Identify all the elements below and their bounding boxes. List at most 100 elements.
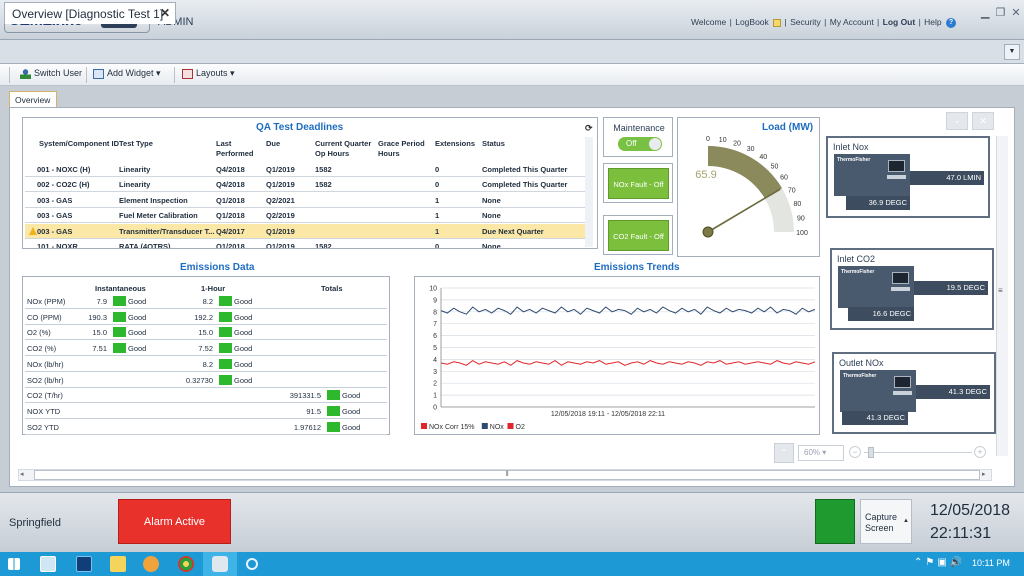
good-status-indicator bbox=[327, 390, 340, 401]
row-label: NOX YTD bbox=[27, 406, 61, 416]
table-cell-ext: 1 bbox=[435, 226, 440, 236]
emissions-row: NOX YTD 91.5 Good bbox=[25, 404, 387, 419]
column-header: Test Type bbox=[119, 139, 153, 148]
zoom-in-icon[interactable]: + bbox=[974, 446, 986, 458]
gauge-tick-label: 20 bbox=[733, 141, 741, 148]
scroll-grip-icon[interactable]: ≡ bbox=[998, 286, 1003, 295]
good-status-indicator bbox=[219, 374, 232, 385]
close-panel-icon[interactable]: ✕ bbox=[972, 112, 994, 130]
table-cell-last: Q4/2017 bbox=[216, 226, 245, 236]
add-widget-button[interactable]: Add Widget ▾ bbox=[93, 68, 161, 79]
scroll-to-top-icon[interactable]: ⌃ bbox=[774, 443, 794, 463]
row-label: CO (PPM) bbox=[27, 312, 62, 322]
layouts-button[interactable]: Layouts ▾ bbox=[182, 68, 235, 79]
analyzer-label: Outlet NOx bbox=[839, 358, 884, 368]
tab-list-dropdown-icon[interactable]: ▼ bbox=[1004, 44, 1020, 60]
scroll-left-icon[interactable]: ◂ bbox=[20, 470, 24, 478]
emissions-data-panel: Instantaneous 1-Hour Totals NOx (PPM) 7.9… bbox=[22, 276, 390, 435]
good-status-indicator bbox=[113, 296, 126, 306]
minimize-icon[interactable]: ▁ bbox=[981, 7, 989, 19]
column-header: Instantaneous bbox=[95, 284, 146, 293]
table-cell-test: Linearity bbox=[119, 180, 151, 190]
welcome-text: Welcome bbox=[691, 17, 727, 27]
caret-up-icon[interactable]: ▲ bbox=[903, 518, 909, 524]
column-header: 1-Hour bbox=[201, 284, 226, 293]
table-row[interactable]: 003 - GAS Fuel Meter Calibration Q1/2018 Q2… bbox=[25, 208, 591, 224]
table-row[interactable]: 003 - GAS Transmitter/Transducer T... Q4/2… bbox=[25, 223, 591, 239]
scroll-right-icon[interactable]: ▸ bbox=[982, 470, 986, 478]
zoom-slider-track[interactable] bbox=[864, 452, 972, 453]
status-text: Good bbox=[128, 344, 147, 354]
zoom-level-select[interactable]: 60% ▾ bbox=[798, 445, 844, 461]
column-header: Grace Period Hours bbox=[378, 139, 425, 158]
log-out-link[interactable]: Log Out bbox=[883, 17, 916, 27]
logbook-icon[interactable] bbox=[773, 18, 782, 27]
table-cell-ext: 1 bbox=[435, 211, 440, 221]
nox-fault-button[interactable]: NOx Fault - Off bbox=[608, 168, 669, 199]
nox-fault-widget: NOx Fault - Off bbox=[603, 163, 673, 203]
collapse-panel-icon[interactable]: ⌄ bbox=[946, 112, 968, 130]
analyzer-outlet-nox[interactable]: Outlet NOx ThermoFisher 41.3 DEGC 41.3 D… bbox=[832, 352, 996, 434]
scrollbar-thumb[interactable]: ⦀ bbox=[34, 470, 980, 480]
brand-label: ThermoFisher bbox=[837, 157, 871, 163]
hour-value: 7.52 bbox=[198, 344, 213, 354]
zoom-out-icon[interactable]: − bbox=[849, 446, 861, 458]
y-tick-label: 3 bbox=[433, 369, 437, 376]
search-icon[interactable] bbox=[246, 558, 258, 570]
qa-table-scrollbar[interactable] bbox=[585, 137, 593, 247]
analyzer-device-icon: ThermoFisher bbox=[834, 154, 910, 196]
switch-user-button[interactable]: Switch User bbox=[20, 68, 82, 79]
zoom-value: 60% bbox=[804, 448, 821, 457]
cemlink-app-icon[interactable] bbox=[212, 556, 228, 572]
analyzer-inlet-nox[interactable]: Inlet Nox ThermoFisher 47.0 LMIN 36.9 DE… bbox=[826, 136, 990, 218]
table-row[interactable]: 002 - CO2C (H) Linearity Q4/2018 Q1/2019 158… bbox=[25, 177, 591, 193]
chrome-icon[interactable] bbox=[178, 556, 194, 572]
help-icon[interactable]: ? bbox=[946, 17, 956, 28]
table-cell-ext: 1 bbox=[435, 195, 440, 205]
zoom-slider-thumb[interactable] bbox=[868, 447, 874, 458]
analyzer-device-icon: ThermoFisher bbox=[838, 266, 914, 308]
table-cell-op: 1582 bbox=[315, 180, 332, 190]
alarm-active-button[interactable]: Alarm Active bbox=[118, 499, 231, 544]
system-status-indicator[interactable] bbox=[815, 499, 855, 544]
warning-icon bbox=[29, 226, 37, 235]
windows-start-icon[interactable] bbox=[8, 558, 20, 570]
display-screen-icon bbox=[894, 376, 911, 388]
tab-overview[interactable]: Overview bbox=[9, 91, 57, 107]
maintenance-toggle[interactable]: Off bbox=[618, 137, 662, 151]
tools-icon[interactable] bbox=[143, 556, 159, 572]
table-row[interactable]: 001 - NOXC (H) Linearity Q4/2018 Q1/2019 158… bbox=[25, 162, 591, 177]
table-row[interactable]: 101 - NOXR RATA (4QTRS) Q1/2018 Q1/2019 1582… bbox=[25, 239, 591, 249]
security-link[interactable]: Security bbox=[790, 17, 821, 27]
good-status-indicator bbox=[327, 405, 340, 416]
table-cell-status: Due Next Quarter bbox=[482, 226, 544, 236]
table-cell-status: None bbox=[482, 242, 501, 249]
tab-overview-diagnostic[interactable]: Overview [Diagnostic Test 1] ✕ bbox=[4, 2, 176, 24]
co2-fault-button[interactable]: CO2 Fault - Off bbox=[608, 220, 669, 251]
table-row[interactable]: 003 - GAS Element Inspection Q1/2018 Q2/202… bbox=[25, 193, 591, 208]
status-text: Good bbox=[128, 297, 147, 306]
header-links: Welcome | LogBook | Security | My Accoun… bbox=[690, 17, 957, 28]
good-status-indicator bbox=[113, 343, 126, 354]
gauge-fill bbox=[708, 146, 782, 199]
table-cell-last: Q4/2018 bbox=[216, 165, 245, 174]
help-link[interactable]: Help bbox=[924, 17, 941, 27]
logbook-link[interactable]: LogBook bbox=[735, 17, 769, 27]
y-tick-label: 7 bbox=[433, 321, 437, 328]
hour-value: 192.2 bbox=[194, 312, 213, 322]
restore-icon[interactable]: ❐ bbox=[995, 7, 1005, 19]
series-line-1 bbox=[440, 306, 816, 315]
gauge-tick-label: 50 bbox=[771, 164, 779, 171]
analyzer-inlet-co2[interactable]: Inlet CO2 ThermoFisher 19.5 DEGC 16.6 DE… bbox=[830, 248, 994, 330]
my-account-link[interactable]: My Account bbox=[830, 17, 874, 27]
column-header: System/Component ID bbox=[39, 139, 120, 148]
hour-value: 8.2 bbox=[202, 297, 213, 306]
file-explorer-icon[interactable] bbox=[110, 556, 126, 572]
tab-close-icon[interactable]: ✕ bbox=[160, 6, 170, 20]
powershell-icon[interactable] bbox=[76, 556, 92, 572]
server-manager-icon[interactable] bbox=[40, 556, 56, 572]
system-tray-icons[interactable]: ⌃⚑▣🔊 bbox=[914, 557, 965, 568]
side-panel-scrollbar[interactable] bbox=[996, 136, 1008, 456]
close-icon[interactable]: ✕ bbox=[1011, 7, 1020, 19]
refresh-icon[interactable]: ⟳ bbox=[585, 123, 593, 134]
